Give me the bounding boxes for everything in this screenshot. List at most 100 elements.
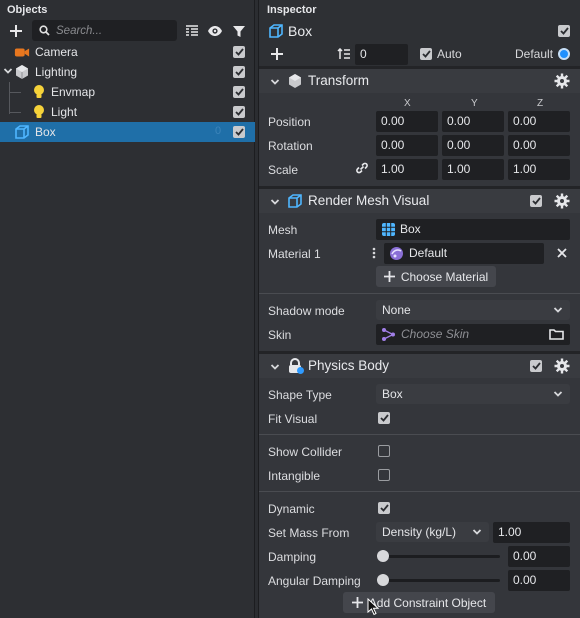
- damping-slider-track[interactable]: [379, 555, 500, 558]
- transform-section: Transform X Y Z Position 0.00 0.00 0.00 …: [259, 69, 580, 186]
- fit-visual-label: Fit Visual: [268, 412, 318, 426]
- skin-field[interactable]: Choose Skin: [376, 324, 570, 345]
- rotation-label: Rotation: [268, 139, 313, 153]
- gear-icon[interactable]: [554, 193, 570, 209]
- rotation-x-input[interactable]: 0.00: [376, 135, 438, 156]
- auto-checkbox[interactable]: [420, 48, 432, 60]
- rotation-y-input[interactable]: 0.00: [442, 135, 504, 156]
- shadow-mode-dropdown[interactable]: None: [376, 300, 570, 320]
- scale-y-input[interactable]: 1.00: [442, 159, 504, 180]
- tree-item-label: Camera: [35, 45, 78, 59]
- intangible-label: Intangible: [268, 469, 321, 483]
- angular-damping-label: Angular Damping: [268, 574, 361, 588]
- set-mass-value-input[interactable]: 1.00: [493, 522, 570, 543]
- section-divider: [259, 293, 580, 294]
- rotation-z-input[interactable]: 0.00: [508, 135, 570, 156]
- filter-icon: [233, 25, 245, 37]
- scale-label: Scale: [268, 163, 299, 177]
- position-z-input[interactable]: 0.00: [508, 111, 570, 132]
- chevron-down-icon: [472, 529, 482, 535]
- mesh-grid-icon: [382, 223, 395, 236]
- default-label: Default: [515, 47, 554, 61]
- default-radio[interactable]: [558, 48, 570, 60]
- link-icon[interactable]: [355, 161, 369, 175]
- add-object-button[interactable]: [6, 21, 26, 41]
- shape-type-dropdown[interactable]: Box: [376, 384, 570, 404]
- object-enabled-checkbox[interactable]: [558, 25, 570, 37]
- render-mesh-header[interactable]: Render Mesh Visual: [259, 189, 580, 213]
- damping-slider-knob[interactable]: [377, 550, 389, 562]
- tree-item-envmap[interactable]: Envmap: [0, 82, 255, 102]
- tree-item-box[interactable]: Box 0: [0, 122, 255, 142]
- damping-input[interactable]: 0.00: [508, 546, 570, 567]
- gear-icon[interactable]: [554, 73, 570, 89]
- shape-type-label: Shape Type: [268, 388, 332, 402]
- search-input[interactable]: [56, 23, 171, 38]
- dynamic-checkbox[interactable]: [378, 502, 390, 514]
- gear-icon[interactable]: [554, 358, 570, 374]
- layer-input[interactable]: 0: [355, 44, 408, 65]
- tree-item-light[interactable]: Light: [0, 102, 255, 122]
- physics-body-icon: [289, 358, 304, 374]
- damping-label: Damping: [268, 550, 317, 564]
- objects-panel: Objects Camera L: [0, 0, 255, 618]
- sort-button[interactable]: [182, 21, 202, 41]
- scale-x-input[interactable]: 1.00: [376, 159, 438, 180]
- plus-icon[interactable]: [270, 47, 284, 61]
- visibility-checkbox[interactable]: [233, 126, 245, 138]
- material-icon: [390, 247, 403, 260]
- physics-body-header[interactable]: Physics Body: [259, 354, 580, 378]
- render-mesh-enabled-checkbox[interactable]: [530, 195, 542, 207]
- angular-damping-slider-knob[interactable]: [377, 574, 389, 586]
- plus-icon: [351, 597, 363, 608]
- inspector-panel: Inspector Box 0 Auto Default Transform X…: [258, 0, 580, 618]
- position-label: Position: [268, 115, 311, 129]
- object-name[interactable]: Box: [288, 23, 312, 39]
- chevron-down-icon[interactable]: [270, 77, 280, 87]
- chevron-down-icon[interactable]: [3, 66, 13, 76]
- box-icon: [15, 125, 29, 139]
- show-collider-label: Show Collider: [268, 445, 343, 459]
- scale-z-input[interactable]: 1.00: [508, 159, 570, 180]
- skin-bones-icon: [382, 328, 395, 341]
- fit-visual-checkbox[interactable]: [378, 412, 390, 424]
- bulb-icon: [34, 85, 44, 98]
- column-z-label: Z: [537, 98, 544, 109]
- choose-material-button[interactable]: Choose Material: [376, 266, 496, 287]
- column-x-label: X: [404, 98, 411, 109]
- mesh-field[interactable]: Box: [376, 219, 570, 240]
- visibility-checkbox[interactable]: [233, 106, 245, 118]
- drag-handle-icon[interactable]: [372, 247, 376, 259]
- add-constraint-button[interactable]: Add Constraint Object: [343, 592, 495, 613]
- intangible-checkbox[interactable]: [378, 469, 390, 481]
- angular-damping-input[interactable]: 0.00: [508, 570, 570, 591]
- tree-item-label: Envmap: [51, 85, 96, 99]
- tree-item-lighting[interactable]: Lighting: [0, 62, 255, 82]
- transform-title: Transform: [308, 73, 370, 88]
- chevron-down-icon[interactable]: [270, 362, 280, 372]
- visibility-checkbox[interactable]: [233, 46, 245, 58]
- shadow-mode-label: Shadow mode: [268, 304, 345, 318]
- physics-body-enabled-checkbox[interactable]: [530, 360, 542, 372]
- show-collider-checkbox[interactable]: [378, 445, 390, 457]
- mesh-label: Mesh: [268, 223, 298, 237]
- skin-label: Skin: [268, 328, 292, 342]
- filter-button[interactable]: [229, 21, 249, 41]
- position-x-input[interactable]: 0.00: [376, 111, 438, 132]
- transform-icon: [289, 74, 301, 88]
- set-mass-mode-dropdown[interactable]: Density (kg/L): [376, 522, 489, 542]
- chevron-down-icon[interactable]: [270, 197, 280, 207]
- folder-icon[interactable]: [549, 328, 564, 340]
- visibility-checkbox[interactable]: [233, 66, 245, 78]
- material-label: Material 1: [268, 247, 321, 261]
- column-y-label: Y: [471, 98, 478, 109]
- tree-item-camera[interactable]: Camera: [0, 42, 255, 62]
- visibility-checkbox[interactable]: [233, 86, 245, 98]
- close-icon[interactable]: [557, 248, 567, 258]
- transform-header[interactable]: Transform: [259, 69, 580, 93]
- angular-damping-slider-track[interactable]: [379, 579, 500, 582]
- search-field[interactable]: [32, 20, 177, 41]
- material-field[interactable]: Default: [384, 243, 544, 264]
- visibility-button[interactable]: [205, 21, 225, 41]
- position-y-input[interactable]: 0.00: [442, 111, 504, 132]
